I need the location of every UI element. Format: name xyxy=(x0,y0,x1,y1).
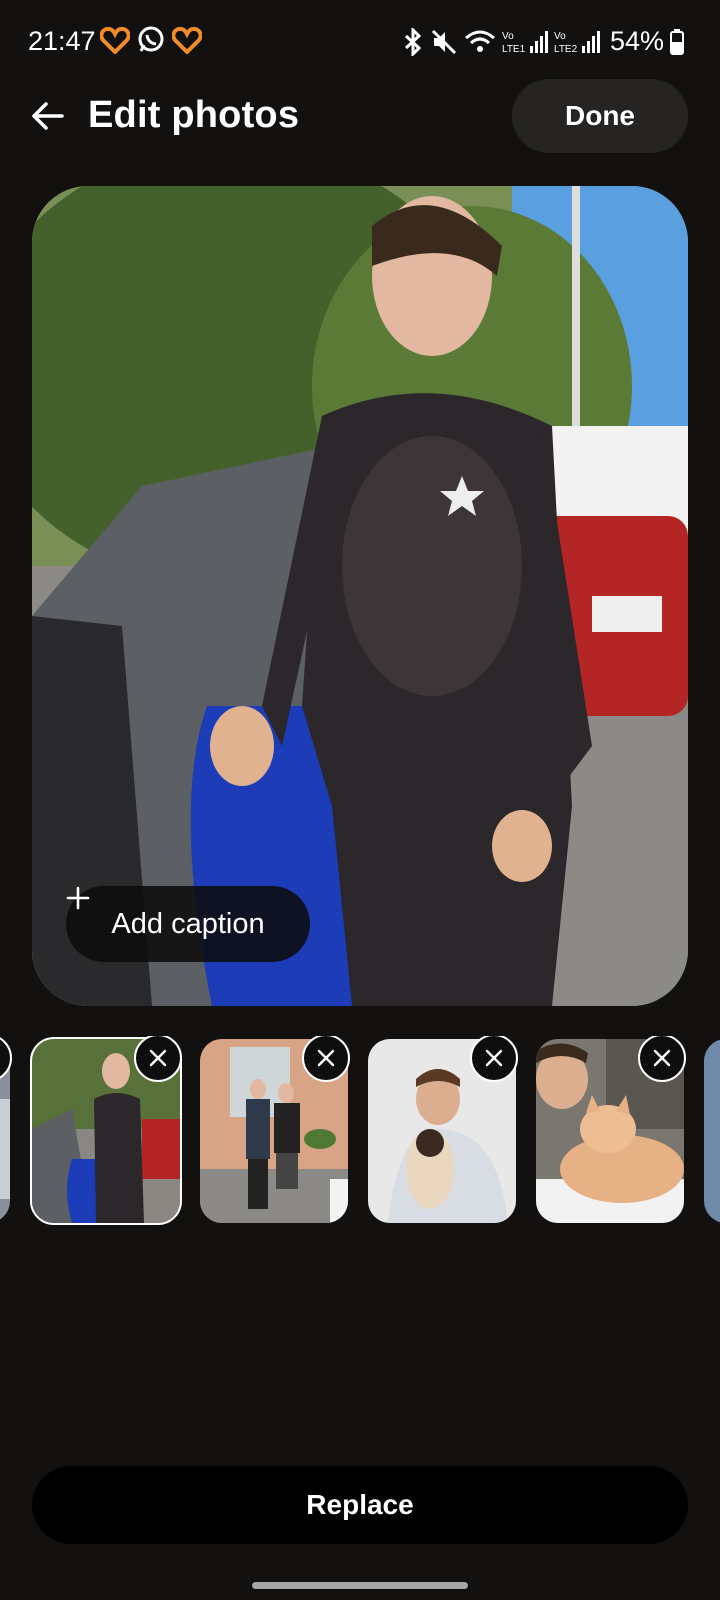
remove-thumbnail-button[interactable] xyxy=(134,1036,182,1082)
svg-text:LTE2: LTE2 xyxy=(554,44,578,55)
header: Edit photos Done xyxy=(0,78,720,158)
plus-icon xyxy=(66,886,90,910)
signal-icon: Vo LTE2 xyxy=(554,28,600,56)
notification-icons xyxy=(99,26,203,59)
thumbnail-strip xyxy=(0,1036,720,1226)
status-time: 21:47 xyxy=(28,26,96,56)
arrow-left-icon xyxy=(32,102,64,130)
close-icon xyxy=(149,1049,167,1067)
remove-thumbnail-button[interactable] xyxy=(302,1036,350,1082)
home-indicator[interactable] xyxy=(252,1582,468,1589)
done-button[interactable]: Done xyxy=(512,79,688,153)
close-icon xyxy=(485,1049,503,1067)
signal-icon: Vo LTE1 xyxy=(502,28,548,56)
main-photo[interactable]: Add caption xyxy=(32,186,688,1006)
back-button[interactable] xyxy=(28,96,68,136)
photo-wetsuit-person xyxy=(32,186,688,1006)
whatsapp-icon xyxy=(136,26,166,59)
thumbnail-partial[interactable] xyxy=(704,1039,720,1223)
heart-icon xyxy=(171,26,203,59)
remove-thumbnail-button[interactable] xyxy=(470,1036,518,1082)
system-icons: Vo LTE1 Vo LTE2 54% xyxy=(402,26,684,57)
heart-icon xyxy=(99,26,131,59)
close-icon xyxy=(317,1049,335,1067)
status-bar: 21:47 Vo LTE1 Vo LTE2 54% xyxy=(0,0,720,80)
svg-text:LTE1: LTE1 xyxy=(502,44,526,55)
add-caption-button[interactable]: Add caption xyxy=(66,886,310,962)
add-caption-label: Add caption xyxy=(111,907,265,940)
page-title: Edit photos xyxy=(88,94,300,136)
battery-percent: 54% xyxy=(609,26,664,56)
remove-thumbnail-button[interactable] xyxy=(638,1036,686,1082)
svg-text:Vo: Vo xyxy=(554,31,566,42)
bluetooth-icon xyxy=(402,27,424,56)
svg-text:Vo: Vo xyxy=(502,31,514,42)
close-icon xyxy=(653,1049,671,1067)
replace-button[interactable]: Replace xyxy=(32,1466,688,1544)
battery-icon xyxy=(670,28,684,55)
mute-icon xyxy=(430,28,458,56)
wifi-icon xyxy=(464,28,496,56)
